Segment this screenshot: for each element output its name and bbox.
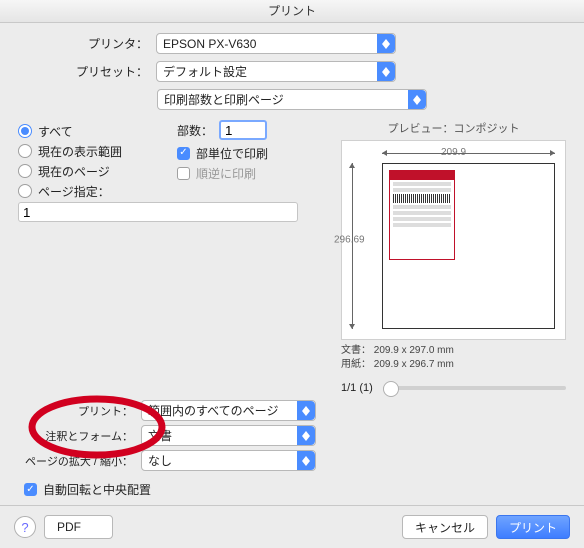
comments-label: 注釈とフォーム： <box>18 428 141 444</box>
chevron-updown-icon <box>377 62 395 81</box>
comments-select[interactable]: 文書 <box>141 425 316 446</box>
range-pg-label: ページ指定： <box>38 183 110 200</box>
copies-input[interactable] <box>219 120 267 140</box>
range-currentview-radio[interactable]: 現在の表示範囲 <box>18 142 163 160</box>
preview-label <box>389 170 455 260</box>
arrow-h-icon <box>382 153 555 154</box>
print-select[interactable]: 範囲内のすべてのページ <box>141 400 316 421</box>
preview-header: プレビュー：コンポジット <box>341 120 566 136</box>
arrow-v-icon <box>352 163 353 329</box>
copies-label: 部数： <box>177 122 213 139</box>
chevron-updown-icon <box>408 90 426 109</box>
preset-select[interactable]: デフォルト設定 <box>156 61 396 82</box>
pdf-menu-button[interactable]: PDF <box>44 515 113 539</box>
printer-label: プリンタ： <box>18 35 156 52</box>
pdf-label: PDF <box>57 520 81 534</box>
autorotate-checkbox[interactable]: 自動回転と中央配置 <box>43 481 151 498</box>
comments-value: 文書 <box>148 427 172 444</box>
range-cp-label: 現在のページ <box>38 163 110 180</box>
radio-on-icon <box>18 124 32 138</box>
page-nav: 1/1 (1) <box>341 382 373 394</box>
range-all-label: すべて <box>38 123 73 140</box>
chevron-updown-icon <box>377 34 395 53</box>
range-cv-label: 現在の表示範囲 <box>38 143 122 160</box>
preview-box: 209.9 296.69 <box>341 140 566 340</box>
preset-label: プリセット： <box>18 63 156 80</box>
slider-knob-icon <box>383 381 399 397</box>
scale-select[interactable]: なし <box>141 450 316 471</box>
collate-label: 部単位で印刷 <box>196 145 268 162</box>
chevron-updown-icon <box>297 401 315 420</box>
help-icon: ? <box>21 520 28 535</box>
preview-page <box>382 163 555 329</box>
range-pages-radio[interactable]: ページ指定： <box>18 182 163 200</box>
print-value: 範囲内のすべてのページ <box>148 402 278 419</box>
paper-info: 用紙： 209.9 x 296.7 mm <box>341 358 566 372</box>
scale-label: ページの拡大 / 縮小： <box>18 453 141 469</box>
checkbox-on-icon <box>24 483 37 496</box>
range-currentpage-radio[interactable]: 現在のページ <box>18 162 163 180</box>
printer-select[interactable]: EPSON PX-V630 <box>156 33 396 54</box>
window-title: プリント <box>0 0 584 23</box>
chevron-updown-icon <box>297 426 315 445</box>
section-select[interactable]: 印刷部数と印刷ページ <box>157 89 427 110</box>
radio-off-icon <box>18 164 32 178</box>
chevron-updown-icon <box>297 451 315 470</box>
reverse-checkbox[interactable]: 順逆に印刷 <box>177 164 327 182</box>
help-button[interactable]: ? <box>14 516 36 538</box>
print-label: プリント： <box>18 403 141 419</box>
preview-height: 296.69 <box>334 235 365 246</box>
cancel-button[interactable]: キャンセル <box>402 515 488 539</box>
preset-value: デフォルト設定 <box>163 63 247 80</box>
collate-checkbox[interactable]: 部単位で印刷 <box>177 144 327 162</box>
print-btn-label: プリント <box>509 519 557 536</box>
printer-value: EPSON PX-V630 <box>163 37 256 51</box>
radio-off-icon <box>18 144 32 158</box>
print-button[interactable]: プリント <box>496 515 570 539</box>
chevron-down-icon <box>84 518 100 536</box>
doc-info: 文書： 209.9 x 297.0 mm <box>341 344 566 358</box>
scale-value: なし <box>148 452 172 469</box>
radio-off-icon <box>18 184 32 198</box>
range-all-radio[interactable]: すべて <box>18 122 163 140</box>
page-slider[interactable] <box>383 386 566 390</box>
reverse-label: 順逆に印刷 <box>196 165 256 182</box>
section-value: 印刷部数と印刷ページ <box>164 91 284 108</box>
checkbox-on-icon <box>177 147 190 160</box>
cancel-label: キャンセル <box>415 519 475 536</box>
checkbox-off-icon <box>177 167 190 180</box>
